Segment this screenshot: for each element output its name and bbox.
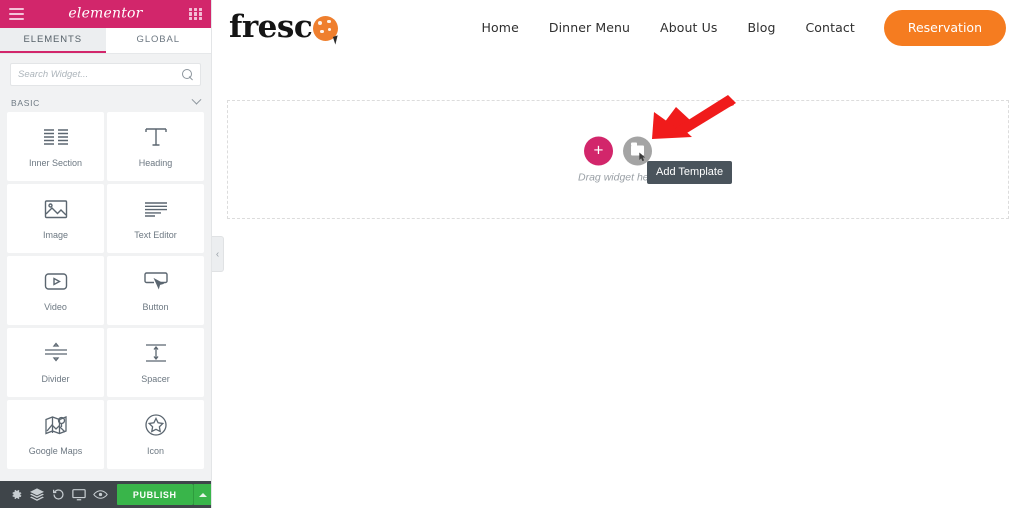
site-logo[interactable]: fresc xyxy=(229,9,341,45)
panel-collapse-handle[interactable]: ‹ xyxy=(212,236,224,272)
video-play-icon xyxy=(44,269,68,293)
dropzone-inner: + Drag widget here xyxy=(578,136,658,183)
chevron-down-icon xyxy=(191,94,202,105)
spacer-icon xyxy=(144,341,168,365)
tab-elements[interactable]: ELEMENTS xyxy=(0,28,106,53)
plus-icon: + xyxy=(593,140,604,159)
publish-options-button[interactable] xyxy=(192,484,211,505)
settings-gear-icon[interactable] xyxy=(6,481,27,508)
reservation-button[interactable]: Reservation xyxy=(883,9,1006,46)
widget-label: Spacer xyxy=(141,374,170,384)
site-preview-canvas: fresc Home Dinner Menu About Us Blog Con… xyxy=(213,0,1024,508)
divider-icon xyxy=(44,341,68,365)
cursor-pointer-icon xyxy=(639,152,646,161)
add-new-section-button[interactable]: + xyxy=(584,136,613,165)
widget-icon[interactable]: Icon xyxy=(107,400,204,469)
site-logo-text: fresc xyxy=(229,9,313,45)
preview-eye-icon[interactable] xyxy=(90,481,111,508)
widget-grid: Inner Section Heading Image Text Editor … xyxy=(0,112,211,469)
responsive-mode-icon[interactable] xyxy=(69,481,90,508)
panel-tabs: ELEMENTS GLOBAL xyxy=(0,28,211,54)
cursor-mark-icon xyxy=(333,34,341,45)
widget-text-editor[interactable]: Text Editor xyxy=(107,184,204,253)
star-circle-icon xyxy=(144,413,168,437)
caret-up-icon xyxy=(198,492,207,497)
nav-item-about-us[interactable]: About Us xyxy=(645,20,732,35)
section-label: BASIC xyxy=(11,97,41,108)
widget-label: Google Maps xyxy=(28,446,83,456)
grid-apps-icon[interactable] xyxy=(189,7,202,21)
nav-item-contact[interactable]: Contact xyxy=(790,20,869,35)
search-box[interactable] xyxy=(10,63,201,86)
widget-spacer[interactable]: Spacer xyxy=(107,328,204,397)
search-icon xyxy=(182,69,193,80)
section-dropzone[interactable]: + Drag widget here xyxy=(227,100,1009,219)
elementor-brand-title: elementor xyxy=(68,5,143,22)
search-widget-wrap xyxy=(0,54,211,93)
hamburger-icon[interactable] xyxy=(9,8,24,20)
widget-google-maps[interactable]: Google Maps xyxy=(7,400,104,469)
dropzone-buttons: + xyxy=(578,136,658,165)
widget-button[interactable]: Button xyxy=(107,256,204,325)
widget-label: Heading xyxy=(138,158,173,168)
site-nav: Home Dinner Menu About Us Blog Contact R… xyxy=(467,9,1006,46)
section-header-basic[interactable]: BASIC xyxy=(0,93,211,112)
map-pin-icon xyxy=(44,413,68,437)
elementor-editor-screen: elementor ELEMENTS GLOBAL BASIC xyxy=(0,0,1024,508)
widget-heading[interactable]: Heading xyxy=(107,112,204,181)
widget-label: Video xyxy=(44,302,67,312)
add-template-tooltip: Add Template xyxy=(647,161,733,184)
widget-label: Button xyxy=(142,302,169,312)
layers-navigator-icon[interactable] xyxy=(27,481,48,508)
widget-label: Icon xyxy=(146,446,164,456)
paragraph-lines-icon xyxy=(144,197,168,221)
pizza-o-icon xyxy=(313,15,341,45)
widget-label: Text Editor xyxy=(134,230,177,240)
widget-inner-section[interactable]: Inner Section xyxy=(7,112,104,181)
widget-label: Image xyxy=(42,230,68,240)
panel-header: elementor xyxy=(0,0,211,28)
image-icon xyxy=(44,197,68,221)
nav-item-blog[interactable]: Blog xyxy=(732,20,790,35)
tab-global[interactable]: GLOBAL xyxy=(105,28,211,53)
search-input[interactable] xyxy=(18,69,182,80)
widget-label: Inner Section xyxy=(28,158,83,168)
widget-label: Divider xyxy=(41,374,70,384)
button-cursor-icon xyxy=(143,269,168,293)
history-revisions-icon[interactable] xyxy=(48,481,69,508)
elementor-left-panel: elementor ELEMENTS GLOBAL BASIC xyxy=(0,0,212,508)
panel-footer-toolbar: PUBLISH xyxy=(0,481,211,508)
dropzone-hint-text: Drag widget here xyxy=(578,171,658,183)
nav-item-home[interactable]: Home xyxy=(467,20,534,35)
widget-divider[interactable]: Divider xyxy=(7,328,104,397)
publish-button[interactable]: PUBLISH xyxy=(116,484,193,505)
nav-item-dinner-menu[interactable]: Dinner Menu xyxy=(534,20,645,35)
widget-image[interactable]: Image xyxy=(7,184,104,253)
site-header: fresc Home Dinner Menu About Us Blog Con… xyxy=(213,0,1024,55)
columns-icon xyxy=(43,125,69,149)
text-t-icon xyxy=(144,125,168,149)
widget-video[interactable]: Video xyxy=(7,256,104,325)
